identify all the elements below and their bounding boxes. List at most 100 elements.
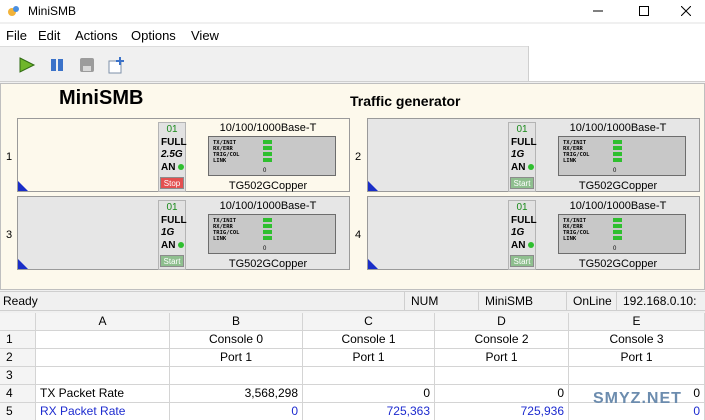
- grid-cell[interactable]: [36, 349, 170, 367]
- pause-button[interactable]: [46, 55, 68, 75]
- led-rx: [613, 224, 622, 228]
- grid-cell[interactable]: 725,936: [435, 403, 569, 420]
- column-header[interactable]: C: [303, 313, 435, 331]
- autoneg-label: AN: [161, 162, 176, 173]
- led-label: LINK: [563, 236, 577, 242]
- column-header[interactable]: E: [569, 313, 705, 331]
- menu-bar: File Edit Actions Options View: [0, 24, 705, 46]
- maximize-button[interactable]: [621, 0, 667, 22]
- port-id: 01: [166, 202, 178, 213]
- status-app: MiniSMB: [478, 292, 564, 311]
- row-header[interactable]: 3: [0, 367, 36, 385]
- led-tx: [263, 218, 272, 222]
- menu-actions[interactable]: Actions: [75, 28, 118, 43]
- grid-cell[interactable]: [303, 367, 435, 385]
- grid-cell[interactable]: 0: [435, 385, 569, 403]
- speed-label: 1G: [511, 227, 525, 238]
- card-name: TG502GCopper: [228, 180, 308, 192]
- column-header[interactable]: B: [170, 313, 303, 331]
- new-window-button[interactable]: [106, 55, 128, 75]
- row-header[interactable]: 2: [0, 349, 36, 367]
- autoneg-label: AN: [511, 240, 526, 251]
- window-title: MiniSMB: [28, 4, 77, 18]
- slot-2[interactable]: 01 FULL 1G AN Start 10/100/1000Base-T TX…: [367, 118, 700, 192]
- card-name: TG502GCopper: [228, 258, 308, 270]
- grid-cell[interactable]: Console 3: [569, 331, 705, 349]
- slot-corner-marker: [18, 181, 28, 191]
- led-count: 0: [613, 168, 617, 174]
- grid-cell[interactable]: [36, 367, 170, 385]
- grid-cell[interactable]: 0: [303, 385, 435, 403]
- menu-edit[interactable]: Edit: [38, 28, 60, 43]
- column-header[interactable]: A: [36, 313, 170, 331]
- autoneg-label: AN: [161, 240, 176, 251]
- row-header[interactable]: 1: [0, 331, 36, 349]
- minimize-icon: [593, 10, 603, 12]
- column-header[interactable]: D: [435, 313, 569, 331]
- grid-cell[interactable]: [435, 367, 569, 385]
- grid-cell[interactable]: TX Packet Rate: [36, 385, 170, 403]
- start-button[interactable]: Start: [510, 177, 534, 189]
- grid-cell[interactable]: Console 1: [303, 331, 435, 349]
- menu-file[interactable]: File: [6, 28, 27, 43]
- menu-view[interactable]: View: [191, 28, 219, 43]
- led-trig: [613, 152, 622, 156]
- pause-icon: [51, 59, 63, 71]
- led-count: 0: [613, 246, 617, 252]
- slot-corner-marker: [18, 259, 28, 269]
- duplex-label: FULL: [511, 137, 537, 148]
- slot-3[interactable]: 01 FULL 1G AN Start 10/100/1000Base-T TX…: [17, 196, 350, 270]
- slot-number: 4: [355, 229, 362, 241]
- speed-label: 1G: [161, 227, 175, 238]
- status-ip: 192.168.0.10:: [616, 292, 705, 311]
- grid-cell[interactable]: RX Packet Rate: [36, 403, 170, 420]
- slot-corner-marker: [368, 259, 378, 269]
- port-id: 01: [516, 202, 528, 213]
- grid-cell[interactable]: 0: [170, 403, 303, 420]
- grid-cell[interactable]: 725,363: [303, 403, 435, 420]
- card-name: TG502GCopper: [578, 258, 658, 270]
- duplex-label: FULL: [161, 137, 187, 148]
- autoneg-led: [178, 164, 184, 170]
- close-button[interactable]: [663, 0, 705, 22]
- stop-button[interactable]: Stop: [160, 177, 184, 189]
- grid-cell[interactable]: Port 1: [569, 349, 705, 367]
- port-id: 01: [166, 124, 178, 135]
- minimize-button[interactable]: [575, 0, 621, 22]
- grid-cell[interactable]: [170, 367, 303, 385]
- grid-cell[interactable]: Console 0: [170, 331, 303, 349]
- port-status: 01 FULL 1G AN Start: [508, 200, 537, 270]
- grid-cell[interactable]: [36, 331, 170, 349]
- subtitle: Traffic generator: [350, 93, 461, 109]
- slot-4[interactable]: 01 FULL 1G AN Start 10/100/1000Base-T TX…: [367, 196, 700, 270]
- start-all-button[interactable]: [16, 55, 38, 75]
- start-button[interactable]: Start: [160, 255, 184, 267]
- slot-number: 1: [6, 151, 13, 163]
- led-tx: [613, 218, 622, 222]
- menu-options[interactable]: Options: [131, 28, 176, 43]
- grid-cell[interactable]: Console 2: [435, 331, 569, 349]
- grid-cell[interactable]: Port 1: [170, 349, 303, 367]
- toolbar-blank: [528, 46, 705, 82]
- led-rx: [263, 146, 272, 150]
- app-icon: [8, 6, 19, 16]
- play-icon: [19, 57, 36, 73]
- led-link: [613, 236, 622, 240]
- led-link: [613, 158, 622, 162]
- media-type: 10/100/1000Base-T: [219, 122, 317, 134]
- slot-1[interactable]: 01 FULL 2.5G AN Stop 10/100/1000Base-T T…: [17, 118, 350, 192]
- save-button[interactable]: [76, 55, 98, 75]
- grid-cell[interactable]: [569, 367, 705, 385]
- row-header[interactable]: 5: [0, 403, 36, 420]
- grid-cell[interactable]: Port 1: [435, 349, 569, 367]
- grid-cell[interactable]: Port 1: [303, 349, 435, 367]
- led-link: [263, 158, 272, 162]
- maximize-icon: [639, 6, 649, 16]
- title-bar: MiniSMB: [0, 0, 705, 22]
- row-header[interactable]: 4: [0, 385, 36, 403]
- grid-cell[interactable]: 3,568,298: [170, 385, 303, 403]
- card-name: TG502GCopper: [578, 180, 658, 192]
- autoneg-led: [528, 164, 534, 170]
- brand-title: MiniSMB: [59, 87, 144, 109]
- start-button[interactable]: Start: [510, 255, 534, 267]
